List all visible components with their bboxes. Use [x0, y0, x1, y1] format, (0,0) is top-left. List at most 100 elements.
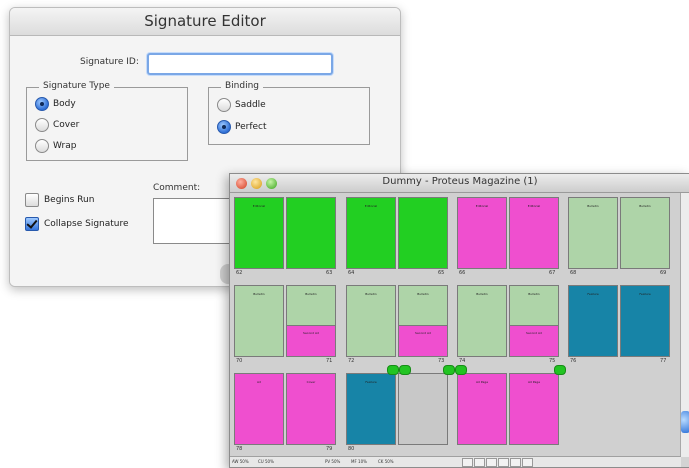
status-bar: AW 50% CU 50% PV 50% MF 10% CK 50%	[230, 456, 681, 467]
radio-label: Wrap	[53, 141, 77, 151]
page-number: 64	[348, 270, 355, 276]
signature-id-input[interactable]	[147, 53, 333, 75]
checkbox-label: Collapse Signature	[44, 219, 129, 229]
begins-run-checkbox[interactable]: Begins Run	[25, 192, 94, 208]
page[interactable]: Bulletin	[457, 285, 507, 357]
page[interactable]: Ad	[234, 373, 284, 445]
radio-icon	[35, 139, 49, 153]
page[interactable]	[286, 197, 336, 269]
page-label: Ad Page	[475, 380, 489, 384]
radio-wrap[interactable]: Wrap	[35, 138, 76, 154]
page-number: 77	[660, 358, 667, 364]
link-pill[interactable]	[387, 365, 399, 375]
page[interactable]: Bulletin Second Ad	[509, 285, 559, 357]
page-label: Bulletin	[305, 292, 317, 296]
spread[interactable]: Bulletin Bulletin Second Ad 70 71	[234, 285, 338, 367]
radio-icon	[35, 97, 49, 111]
page-label: Bulletin	[639, 204, 651, 208]
radio-icon	[35, 118, 49, 132]
spread[interactable]: Bulletin Bulletin 68 69	[568, 197, 672, 279]
page-label: Bulletin	[417, 292, 429, 296]
radio-cover[interactable]: Cover	[35, 117, 79, 133]
link-pill[interactable]	[399, 365, 411, 375]
spread[interactable]: Editorial 62 63	[234, 197, 338, 279]
page[interactable]: Feature	[620, 285, 670, 357]
page-number: 66	[459, 270, 466, 276]
page-label: Bulletin	[253, 292, 265, 296]
page[interactable]: Editorial	[509, 197, 559, 269]
radio-icon	[217, 120, 231, 134]
proteus-window: Dummy - Proteus Magazine (1) Editorial 62…	[229, 173, 689, 468]
spread[interactable]: Editorial Editorial 66 67	[457, 197, 561, 279]
page-number: 70	[236, 358, 243, 364]
page-label: Bulletin	[476, 292, 488, 296]
page[interactable]	[398, 373, 448, 445]
link-pill[interactable]	[443, 365, 455, 375]
page[interactable]: Cover	[286, 373, 336, 445]
spread[interactable]: Feature Feature 76 77	[568, 285, 672, 367]
page-number: 78	[236, 446, 243, 452]
signature-type-group: Signature Type Body Cover Wrap	[26, 81, 188, 161]
page[interactable]: Bulletin	[568, 197, 618, 269]
ad-box[interactable]: Second Ad	[510, 324, 558, 356]
radio-saddle[interactable]: Saddle	[217, 97, 266, 113]
page-label: Feature	[365, 380, 377, 384]
page[interactable]: Ad Page	[509, 373, 559, 445]
spread[interactable]: Ad Page Ad Page	[457, 373, 561, 455]
spread[interactable]: Bulletin Bulletin Second Ad 72 73	[346, 285, 450, 367]
page-number: 71	[326, 358, 333, 364]
radio-icon	[217, 98, 231, 112]
binding-title: Binding	[221, 81, 264, 91]
radio-label: Saddle	[235, 100, 266, 110]
spread[interactable]: Editorial 64 65	[346, 197, 450, 279]
radio-perfect[interactable]: Perfect	[217, 119, 267, 135]
status-item: MF 10%	[351, 459, 367, 464]
page[interactable]	[398, 197, 448, 269]
comment-label: Comment:	[153, 183, 201, 193]
page[interactable]: Bulletin Second Ad	[286, 285, 336, 357]
vertical-scrollbar[interactable]	[680, 193, 689, 457]
link-pill[interactable]	[554, 365, 566, 375]
page-number: 62	[236, 270, 243, 276]
scroll-thumb[interactable]	[681, 411, 689, 433]
page-number: 75	[549, 358, 556, 364]
page-label: Feature	[639, 292, 651, 296]
link-pill[interactable]	[455, 365, 467, 375]
page[interactable]: Editorial	[234, 197, 284, 269]
page-number: 73	[438, 358, 445, 364]
signature-id-label: Signature ID:	[80, 57, 139, 67]
page-number: 68	[570, 270, 577, 276]
collapse-signature-checkbox[interactable]: Collapse Signature	[25, 216, 129, 232]
checkbox-label: Begins Run	[44, 195, 95, 205]
spread[interactable]: Ad Cover 78 79	[234, 373, 338, 455]
status-item: CK 50%	[378, 459, 394, 464]
checkbox-icon	[25, 193, 39, 207]
dummy-workspace[interactable]: Editorial 62 63 Editorial 64 65 Editorial Edito…	[230, 193, 681, 457]
status-item: PV 50%	[325, 459, 341, 464]
page[interactable]: Editorial	[346, 197, 396, 269]
status-item: AW 50%	[232, 459, 249, 464]
radio-body[interactable]: Body	[35, 96, 76, 112]
page-number: 63	[326, 270, 333, 276]
page[interactable]: Feature	[346, 373, 396, 445]
page[interactable]: Ad Page	[457, 373, 507, 445]
page[interactable]: Bulletin	[620, 197, 670, 269]
page-label: Bulletin	[587, 204, 599, 208]
ad-box[interactable]: Second Ad	[399, 324, 447, 356]
page[interactable]: Bulletin	[346, 285, 396, 357]
page-label: Editorial	[527, 204, 541, 208]
spread[interactable]: Bulletin Bulletin Second Ad 74 75	[457, 285, 561, 367]
spread[interactable]: Feature 80	[346, 373, 450, 455]
page-number: 67	[549, 270, 556, 276]
page[interactable]: Feature	[568, 285, 618, 357]
page-label: Ad	[257, 380, 261, 384]
page-label: Ad Page	[527, 380, 541, 384]
page-label	[399, 198, 447, 204]
page-label: Editorial	[252, 204, 266, 208]
ad-box[interactable]: Second Ad	[287, 324, 335, 356]
page[interactable]: Bulletin	[234, 285, 284, 357]
window-title: Dummy - Proteus Magazine (1)	[382, 176, 538, 187]
page-number: 79	[326, 446, 333, 452]
page[interactable]: Bulletin Second Ad	[398, 285, 448, 357]
page[interactable]: Editorial	[457, 197, 507, 269]
